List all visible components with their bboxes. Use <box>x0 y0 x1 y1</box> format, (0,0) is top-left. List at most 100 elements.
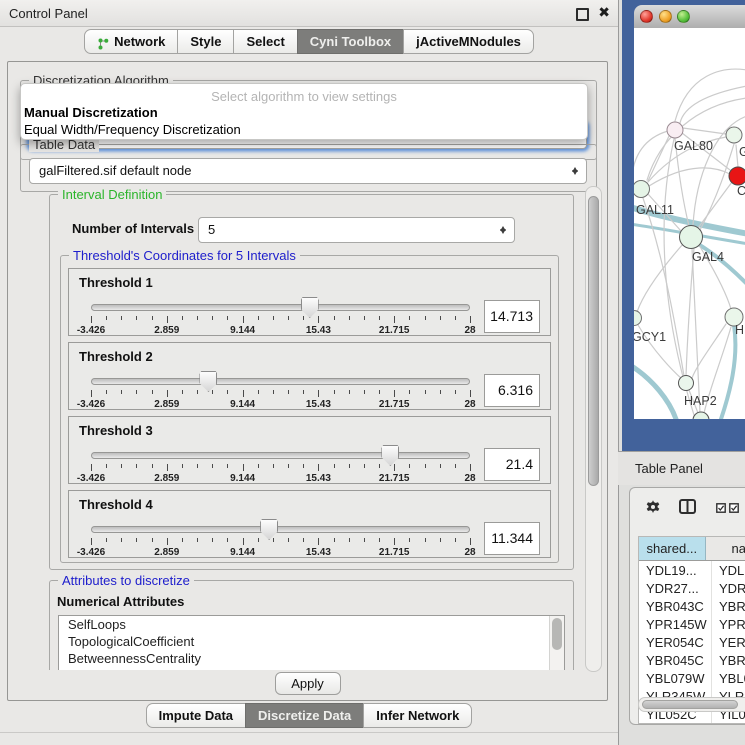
network-edge[interactable] <box>649 168 730 186</box>
attribute-list-item[interactable]: SelfLoops <box>59 616 564 633</box>
network-node-hap2[interactable] <box>679 376 694 391</box>
table-row[interactable]: YER054CYER0 <box>639 633 745 651</box>
tab-network[interactable]: Network <box>84 29 178 54</box>
table-hscrollbar[interactable] <box>638 697 745 712</box>
main-scrollbar-thumb[interactable] <box>588 196 599 486</box>
table-hscrollbar-thumb[interactable] <box>642 700 738 709</box>
threshold-value-field[interactable]: 14.713 <box>484 300 540 333</box>
tab-cyni-toolbox[interactable]: Cyni Toolbox <box>297 29 404 54</box>
network-node-gcy1[interactable] <box>634 311 642 326</box>
tab-select[interactable]: Select <box>233 29 297 54</box>
cell-name[interactable]: YDL1 <box>712 561 745 579</box>
slider-ticks: -3.4262.8599.14415.4321.71528 <box>91 536 470 561</box>
tick-label: 2.859 <box>154 325 179 336</box>
network-node-gal4[interactable] <box>680 226 703 249</box>
network-view-window: GAL80GACGAL11GAL4GCY1HHAP2 <box>622 0 745 451</box>
threshold-label: Threshold 1 <box>79 275 153 290</box>
close-traffic-light-icon[interactable] <box>640 10 653 23</box>
slider-ticks: -3.4262.8599.14415.4321.71528 <box>91 388 470 413</box>
zoom-traffic-light-icon[interactable] <box>677 10 690 23</box>
number-of-intervals-combobox[interactable]: 5 <box>198 217 515 243</box>
cell-name[interactable]: YBR0 <box>712 651 745 669</box>
cell-name[interactable]: YPR1 <box>712 615 745 633</box>
table-row[interactable]: YDR27...YDR2 <box>639 579 745 597</box>
network-node-label: HAP2 <box>684 394 717 408</box>
network-edge[interactable] <box>736 145 738 167</box>
column-header-shared[interactable]: shared... <box>639 537 706 560</box>
tick-label: -3.426 <box>77 547 105 558</box>
slider-track[interactable] <box>91 304 470 311</box>
slider-ticks: -3.4262.8599.14415.4321.71528 <box>91 462 470 487</box>
cell-shared-name[interactable]: YPR145W <box>639 615 712 633</box>
dropdown-option-equal-width[interactable]: Equal Width/Frequency Discretization <box>21 121 587 138</box>
cell-name[interactable]: YDR2 <box>712 579 745 597</box>
table-data-combobox[interactable]: galFiltered.sif default node <box>29 158 587 184</box>
attribute-list-item[interactable]: BetweennessCentrality <box>59 650 564 667</box>
network-node-gal80[interactable] <box>667 122 683 138</box>
apply-button[interactable]: Apply <box>275 672 341 695</box>
network-canvas[interactable]: GAL80GACGAL11GAL4GCY1HHAP2 <box>634 28 745 419</box>
minimize-traffic-light-icon[interactable] <box>659 10 672 23</box>
tick-label: 9.144 <box>230 473 255 484</box>
table-row[interactable]: YBL079WYBL0 <box>639 669 745 687</box>
interval-definition-group: Interval Definition Number of Intervals … <box>49 194 574 570</box>
list-scrollbar-thumb[interactable] <box>552 618 562 650</box>
dropdown-option-manual[interactable]: Manual Discretization <box>21 104 587 121</box>
slider-track[interactable] <box>91 526 470 533</box>
table-row[interactable]: YBR043CYBR0 <box>639 597 745 615</box>
network-edge[interactable] <box>692 248 700 413</box>
slider-track[interactable] <box>91 452 470 459</box>
threshold-value-field[interactable]: 6.316 <box>484 374 540 407</box>
network-edge[interactable] <box>698 182 732 228</box>
close-icon[interactable]: ✖ <box>598 4 610 21</box>
tab-infer-network[interactable]: Infer Network <box>363 703 472 728</box>
network-edge-highlighted[interactable] <box>634 365 677 419</box>
split-view-icon[interactable] <box>679 499 696 519</box>
numerical-attributes-list[interactable]: SelfLoopsTopologicalCoefficientBetweenne… <box>58 615 565 670</box>
intervals-value: 5 <box>208 222 215 237</box>
slider-track[interactable] <box>91 378 470 385</box>
attribute-list-item[interactable]: TopologicalCoefficient <box>59 633 564 650</box>
table-row[interactable]: YPR145WYPR1 <box>639 615 745 633</box>
cell-shared-name[interactable]: YBR043C <box>639 597 712 615</box>
control-panel-titlebar[interactable]: Control Panel ✖ <box>0 0 618 27</box>
list-scrollbar[interactable] <box>549 616 564 670</box>
cell-name[interactable]: YBL0 <box>712 669 745 687</box>
network-edge[interactable] <box>683 128 726 134</box>
checkbox-icon[interactable] <box>716 500 726 518</box>
network-node-c[interactable] <box>729 167 745 185</box>
node-attribute-table[interactable]: shared... na YDL19...YDL1YDR27...YDR2YBR… <box>638 536 745 724</box>
tab-impute-data[interactable]: Impute Data <box>146 703 246 728</box>
cell-shared-name[interactable]: YDL19... <box>639 561 712 579</box>
tab-style[interactable]: Style <box>177 29 234 54</box>
threshold-panel: Threshold 2 -3.4262.8599.14415.4321.7152… <box>68 342 551 410</box>
threshold-value-field[interactable]: 11.344 <box>484 522 540 555</box>
network-window-titlebar[interactable] <box>634 5 745 29</box>
cell-shared-name[interactable]: YBL079W <box>639 669 712 687</box>
network-node-label: GAL80 <box>674 139 713 153</box>
threshold-value-field[interactable]: 21.4 <box>484 448 540 481</box>
main-scrollbar[interactable] <box>585 186 602 672</box>
cell-name[interactable]: YER0 <box>712 633 745 651</box>
tab-jactivemnodules[interactable]: jActiveMNodules <box>403 29 534 54</box>
cell-shared-name[interactable]: YBR045C <box>639 651 712 669</box>
settings-icon[interactable] <box>645 499 661 520</box>
checkbox-icon[interactable] <box>729 500 739 518</box>
cell-name[interactable]: YBR0 <box>712 597 745 615</box>
tick-label: 28 <box>464 547 475 558</box>
tab-label: Select <box>246 30 284 53</box>
network-node-label: GAL11 <box>636 203 674 217</box>
cell-shared-name[interactable]: YDR27... <box>639 579 712 597</box>
table-row[interactable]: YDL19...YDL1 <box>639 561 745 579</box>
network-edge[interactable] <box>664 139 694 415</box>
table-row[interactable]: YBR045CYBR0 <box>639 651 745 669</box>
float-window-icon[interactable] <box>576 8 589 21</box>
network-node-ga[interactable] <box>726 127 742 143</box>
tab-discretize-data[interactable]: Discretize Data <box>245 703 364 728</box>
cell-shared-name[interactable]: YER054C <box>639 633 712 651</box>
column-header-name[interactable]: na <box>706 537 745 560</box>
control-panel-window: Control Panel ✖ Network Style Select Cy <box>0 0 619 745</box>
network-node[interactable] <box>693 412 709 419</box>
network-node-gal11[interactable] <box>634 181 650 198</box>
attributes-group-label: Attributes to discretize <box>58 573 194 588</box>
